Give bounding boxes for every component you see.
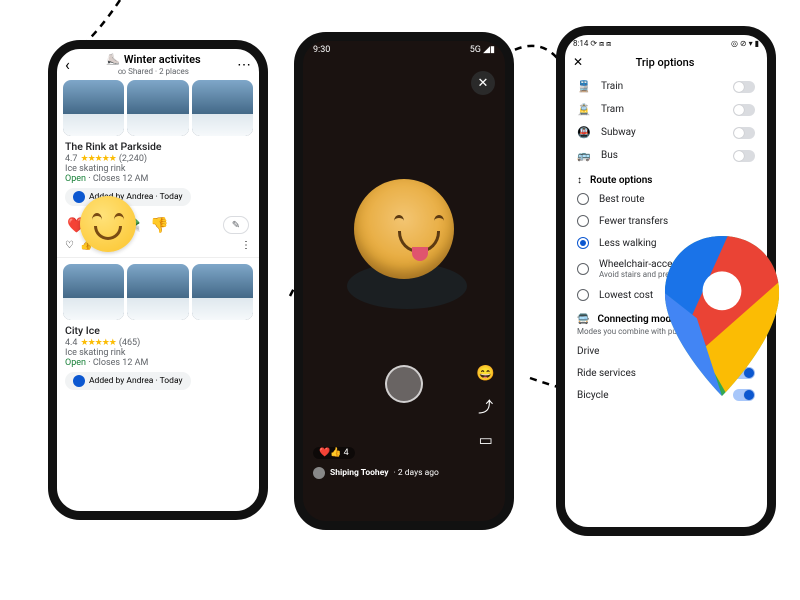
transport-label: Bus bbox=[601, 150, 723, 161]
transport-label: Subway bbox=[601, 127, 723, 138]
react-thumbs-down[interactable]: 👎 bbox=[150, 216, 169, 234]
avatar bbox=[73, 375, 85, 387]
place-category: Ice skating rink bbox=[65, 348, 251, 358]
place-category: Ice skating rink bbox=[65, 164, 251, 174]
place-name: The Rink at Parkside bbox=[65, 140, 251, 153]
transport-label: Train bbox=[601, 81, 723, 92]
transport-icon: 🚆 bbox=[577, 80, 591, 93]
story-photo bbox=[339, 179, 469, 309]
transport-row[interactable]: 🚆 Train bbox=[565, 75, 767, 98]
toggle[interactable] bbox=[733, 127, 755, 139]
skate-icon: ⛸️ bbox=[106, 53, 120, 66]
stars-icon: ★★★★★ bbox=[81, 154, 116, 164]
transport-row[interactable]: 🚊 Tram bbox=[565, 98, 767, 121]
route-options-header: ↕Route options bbox=[565, 167, 767, 188]
radio[interactable] bbox=[577, 289, 589, 301]
transport-row[interactable]: 🚇 Subway bbox=[565, 121, 767, 144]
place2-photos[interactable] bbox=[57, 264, 259, 320]
shutter-button[interactable] bbox=[385, 365, 423, 403]
place1-photos[interactable] bbox=[57, 80, 259, 136]
transport-icon: 🚌 bbox=[577, 149, 591, 162]
transport-row[interactable]: 🚌 Bus bbox=[565, 144, 767, 167]
place-card-2[interactable]: City Ice 4.4★★★★★(465) Ice skating rink … bbox=[57, 320, 259, 396]
overflow-button[interactable]: ⋯ bbox=[237, 57, 251, 73]
share-button[interactable]: ⤴ bbox=[478, 396, 493, 417]
stars-icon: ★★★★★ bbox=[81, 338, 116, 348]
added-by-chip: Added by Andrea · Today bbox=[65, 372, 191, 390]
toggle[interactable] bbox=[733, 150, 755, 162]
transport-icon: 🚇 bbox=[577, 126, 591, 139]
avatar bbox=[313, 467, 325, 479]
list-title: Winter activites bbox=[124, 53, 201, 66]
open-status: Open bbox=[65, 174, 86, 184]
status-icons: ◎ ⊘ ▾ ▮ bbox=[731, 39, 759, 49]
place-name: City Ice bbox=[65, 324, 251, 337]
status-time: 9:30 bbox=[313, 45, 330, 55]
route-label: Best route bbox=[599, 194, 755, 205]
status-time: 8:14 ⟳ ⧈ ⧈ bbox=[573, 39, 611, 49]
transport-icon: 🚊 bbox=[577, 103, 591, 116]
radio[interactable] bbox=[577, 215, 589, 227]
open-status: Open bbox=[65, 358, 86, 368]
list-subtitle: ∞ Shared · 2 places bbox=[76, 67, 231, 76]
sort-icon: ↕ bbox=[577, 175, 582, 186]
transport-label: Tram bbox=[601, 104, 723, 115]
reaction-count[interactable]: ❤️👍 4 bbox=[313, 447, 355, 459]
close-button[interactable]: ✕ bbox=[573, 55, 583, 69]
phone-story-viewer: 9:30 5G ◢▮ ✕ 😄 ⤴ ▭ ❤️👍 4 Shiping Toohey … bbox=[294, 32, 514, 530]
item-overflow[interactable]: ⋮ bbox=[241, 240, 251, 251]
avatar bbox=[73, 191, 85, 203]
toggle[interactable] bbox=[733, 104, 755, 116]
list-header: ⛸️ Winter activites ∞ Shared · 2 places bbox=[76, 53, 231, 76]
like-button[interactable]: ♡ bbox=[65, 240, 74, 251]
route-option-row[interactable]: Fewer transfers bbox=[565, 210, 767, 232]
route-option-row[interactable]: Best route bbox=[565, 188, 767, 210]
place-card-1[interactable]: The Rink at Parkside 4.7★★★★★(2,240) Ice… bbox=[57, 136, 259, 212]
toggle[interactable] bbox=[733, 81, 755, 93]
radio[interactable] bbox=[577, 263, 589, 275]
radio[interactable] bbox=[577, 237, 589, 249]
back-button[interactable]: ‹ bbox=[65, 55, 70, 74]
close-button[interactable]: ✕ bbox=[471, 71, 495, 95]
route-label: Fewer transfers bbox=[599, 216, 755, 227]
google-maps-pin-icon bbox=[662, 236, 782, 396]
radio[interactable] bbox=[577, 193, 589, 205]
story-meta[interactable]: Shiping Toohey · 2 days ago bbox=[313, 467, 439, 479]
sheet-title: Trip options bbox=[583, 56, 747, 69]
bookmark-button[interactable]: ▭ bbox=[479, 431, 493, 449]
transit-icon: 🚍 bbox=[577, 314, 589, 325]
phone-maps-list: ‹ ⛸️ Winter activites ∞ Shared · 2 places… bbox=[48, 40, 268, 520]
status-network: 5G ◢▮ bbox=[470, 45, 495, 55]
react-emoji-button[interactable]: 😄 bbox=[476, 364, 495, 382]
edit-button[interactable]: ✎ bbox=[223, 216, 249, 234]
floating-emoji-wink bbox=[80, 196, 136, 252]
